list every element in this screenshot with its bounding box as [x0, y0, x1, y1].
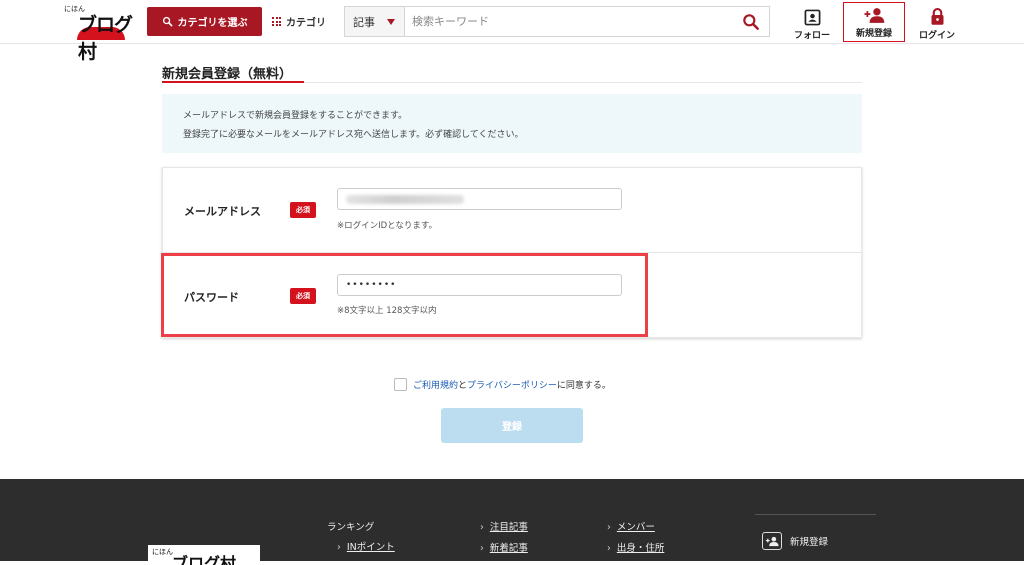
footer-link-in-point[interactable]: › INポイント [337, 539, 395, 553]
footer-link-label: 新着記事 [489, 543, 528, 554]
search-icon [162, 16, 172, 27]
agree-suffix: に同意する。 [556, 381, 611, 391]
search-box: 記事 [344, 6, 770, 37]
search-icon[interactable] [741, 12, 761, 32]
chevron-right-icon: › [607, 522, 611, 533]
site-footer: ランキング › INポイント › 注目記事 › 新着記事 › メンバー › 出身・住所 新… [0, 479, 1024, 565]
footer-link-label: メンバー [616, 522, 655, 533]
lock-icon [931, 7, 943, 25]
agree-text: ご利用規約とプライバシーポリシーに同意する。 [413, 378, 611, 391]
password-note: ※8文字以上 128文字以内 [337, 306, 437, 316]
privacy-link[interactable]: プライバシーポリシー [467, 381, 557, 391]
search-input[interactable] [406, 7, 736, 36]
search-type-select[interactable]: 記事 [345, 7, 405, 36]
choose-category-button[interactable]: カテゴリを選ぶ [147, 7, 262, 36]
dropdown-triangle-icon [387, 18, 395, 25]
footer-link-label: 出身・住所 [616, 543, 665, 554]
info-line: メールアドレスで新規会員登録をすることができます。 [183, 111, 408, 121]
email-row: メールアドレス 必須 ※ログインIDとなります。 [163, 168, 861, 253]
footer-ranking-heading: ランキング [327, 522, 375, 533]
choose-category-label: カテゴリを選ぶ [177, 18, 248, 29]
info-box: メールアドレスで新規会員登録をすることができます。 登録完了に必要なメールをメー… [162, 94, 862, 153]
password-field[interactable]: •••••••• [337, 274, 622, 296]
category-link[interactable]: カテゴリ [272, 7, 326, 36]
chevron-right-icon: › [480, 543, 484, 554]
required-badge: 必須 [290, 288, 316, 304]
follow-label: フォロー [793, 31, 830, 41]
footer-signup-label: 新規登録 [790, 537, 829, 548]
footer-logo-small: にほん [152, 548, 173, 556]
follow-button[interactable]: フォロー [788, 3, 836, 41]
follow-icon [804, 9, 820, 26]
login-button[interactable]: ログイン [911, 3, 963, 41]
grid-icon [272, 17, 281, 26]
registration-form: メールアドレス 必須 ※ログインIDとなります。 パスワード 必須 ••••••… [162, 167, 862, 338]
footer-link-label: INポイント [346, 542, 395, 553]
info-line: 登録完了に必要なメールをメールアドレス宛へ送信します。必ず確認してください。 [183, 130, 524, 140]
login-label: ログイン [918, 31, 955, 41]
signup-button[interactable]: 新規登録 [843, 2, 905, 42]
footer-link-featured[interactable]: › 注目記事 [480, 519, 528, 533]
chevron-right-icon: › [607, 543, 611, 554]
signup-label: 新規登録 [855, 29, 892, 39]
register-button[interactable]: 登録 [441, 408, 583, 443]
email-field[interactable] [337, 188, 622, 210]
chevron-right-icon: › [337, 542, 341, 553]
site-header: にほん ブログ村 カテゴリを選ぶ カテゴリ 記事 フォロー 新規登録 ログイン [0, 0, 1024, 63]
search-type-value: 記事 [353, 15, 375, 29]
title-underline [162, 81, 304, 83]
footer-logo-text: ブログ村 [172, 554, 237, 565]
footer-logo[interactable]: にほん ブログ村 [148, 545, 260, 565]
password-label: パスワード [184, 291, 239, 304]
blurred-email-value [346, 195, 464, 204]
password-row: パスワード 必須 •••••••• ※8文字以上 128文字以内 [163, 253, 861, 338]
email-label: メールアドレス [184, 205, 261, 218]
footer-link-label: 注目記事 [489, 522, 528, 533]
footer-divider [755, 514, 876, 515]
category-link-label: カテゴリ [286, 18, 326, 29]
add-user-icon [864, 8, 885, 23]
page-title: 新規会員登録（無料） [162, 67, 293, 82]
add-user-icon [762, 532, 782, 550]
terms-link[interactable]: ご利用規約 [413, 381, 458, 391]
agree-checkbox[interactable] [394, 378, 407, 391]
footer-link-new[interactable]: › 新着記事 [480, 540, 528, 554]
agree-row: ご利用規約とプライバシーポリシーに同意する。 [394, 378, 611, 391]
site-logo[interactable]: にほん ブログ村 [64, 4, 140, 63]
footer-signup-link[interactable]: 新規登録 [762, 532, 828, 550]
footer-link-members[interactable]: › メンバー [607, 519, 655, 533]
logo-text: ブログ村 [78, 14, 133, 63]
email-note: ※ログインIDとなります。 [337, 221, 438, 231]
agree-and: と [458, 381, 468, 391]
required-badge: 必須 [290, 202, 316, 218]
footer-link-hometown[interactable]: › 出身・住所 [607, 540, 664, 554]
chevron-right-icon: › [480, 522, 484, 533]
